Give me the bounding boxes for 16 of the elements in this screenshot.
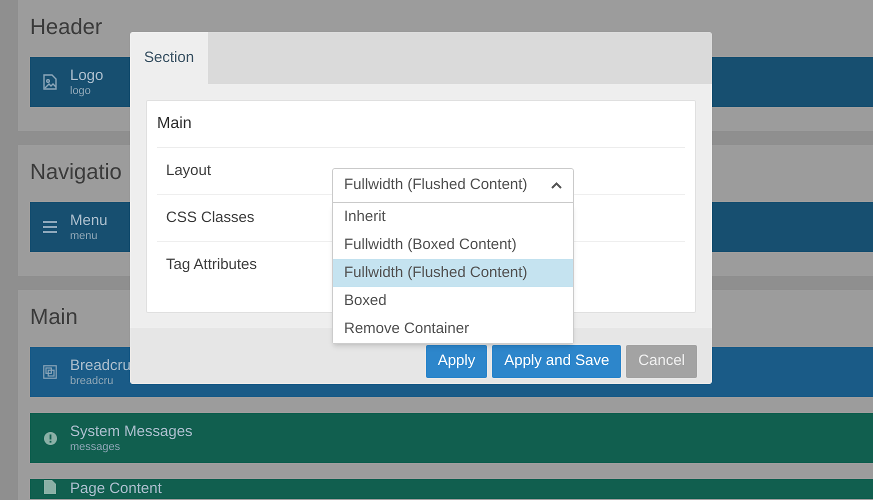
module-id: messages (70, 440, 120, 454)
section-title: Main (30, 303, 78, 331)
section-title: Header (30, 13, 102, 41)
module-title: Page Content (70, 480, 162, 498)
module-title: Breadcru (70, 356, 131, 374)
module-id: logo (70, 84, 91, 98)
module-id: menu (70, 230, 98, 242)
module-title: System Messages (70, 422, 193, 440)
module-title: Menu (70, 212, 108, 230)
field-label: Tag Attributes (166, 255, 258, 276)
section-title: Navigatio (30, 158, 122, 186)
field-label: Layout (166, 160, 212, 181)
module-id: breadcru (70, 374, 114, 388)
card-title: Main (157, 114, 192, 134)
module-title: Logo (70, 66, 104, 84)
field-label: CSS Classes (166, 208, 256, 228)
